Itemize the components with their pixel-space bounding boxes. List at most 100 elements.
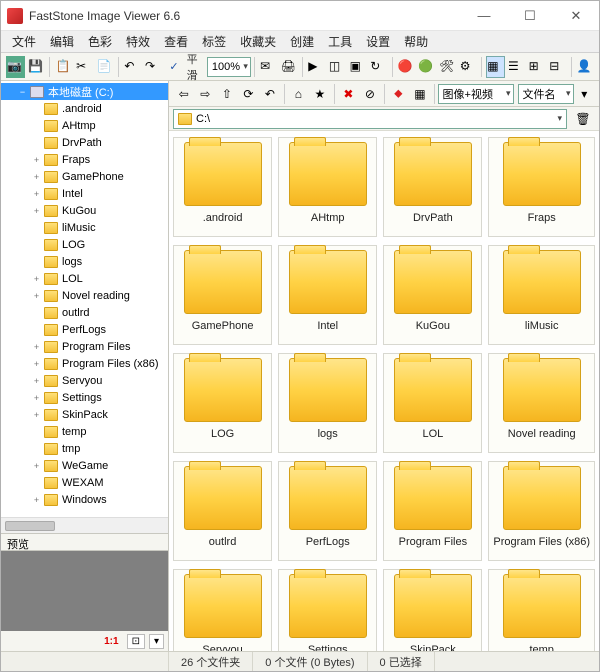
nav-favorite-button[interactable]: ★ — [310, 83, 330, 105]
view-thumbnails-button[interactable]: ▦ — [486, 56, 505, 78]
tree-node[interactable]: +Program Files (x86) — [1, 355, 168, 372]
thumbnail-item[interactable]: DrvPath — [383, 137, 482, 237]
thumbnail-item[interactable]: Program Files — [383, 461, 482, 561]
tree-node[interactable]: +Intel — [1, 185, 168, 202]
folder-tree[interactable]: − 本地磁盘 (C:) .androidAHtmpDrvPath+Fraps+G… — [1, 81, 168, 517]
compare-button[interactable]: ◫ — [328, 56, 347, 78]
tree-node[interactable]: liMusic — [1, 219, 168, 236]
undo-button[interactable]: ↶ — [123, 56, 142, 78]
sort-combo[interactable]: 文件名 — [518, 84, 574, 104]
thumbnail-item[interactable]: LOG — [173, 353, 272, 453]
tree-node[interactable]: +WeGame — [1, 457, 168, 474]
thumbnail-item[interactable]: KuGou — [383, 245, 482, 345]
tree-horizontal-scrollbar[interactable] — [1, 517, 168, 533]
sort-dir-button[interactable]: ▾ — [575, 83, 595, 105]
crop-button[interactable]: ▣ — [348, 56, 367, 78]
nav-select-button[interactable]: ▦ — [410, 83, 430, 105]
menu-9[interactable]: 设置 — [359, 31, 397, 52]
acquire-button[interactable]: 📷 — [6, 56, 25, 78]
thumbnail-item[interactable]: Fraps — [488, 137, 595, 237]
minimize-button[interactable]: — — [461, 1, 507, 31]
thumbnail-item[interactable]: PerfLogs — [278, 461, 377, 561]
expander-icon[interactable]: + — [31, 376, 42, 386]
zoom-combo[interactable]: 100% — [207, 57, 251, 77]
nav-undo-button[interactable]: ↶ — [260, 83, 280, 105]
redo-button[interactable]: ↷ — [144, 56, 163, 78]
thumbnail-item[interactable]: outlrd — [173, 461, 272, 561]
menu-4[interactable]: 查看 — [157, 31, 195, 52]
tree-node[interactable]: +LOL — [1, 270, 168, 287]
thumbnail-item[interactable]: logs — [278, 353, 377, 453]
menu-1[interactable]: 编辑 — [43, 31, 81, 52]
nav-refresh-button[interactable]: ⟳ — [239, 83, 259, 105]
expander-icon[interactable]: + — [31, 461, 42, 471]
expander-icon[interactable]: + — [31, 206, 42, 216]
menu-8[interactable]: 工具 — [321, 31, 359, 52]
tree-node[interactable]: +Fraps — [1, 151, 168, 168]
nav-delete-button[interactable]: ✖ — [339, 83, 359, 105]
tools-button[interactable]: 🛠 — [438, 56, 457, 78]
tree-node[interactable]: +KuGou — [1, 202, 168, 219]
view-details-button[interactable]: ⊞ — [527, 56, 546, 78]
thumbnail-item[interactable]: AHtmp — [278, 137, 377, 237]
thumbnail-item[interactable]: Program Files (x86) — [488, 461, 595, 561]
tree-node-drive-c[interactable]: − 本地磁盘 (C:) — [1, 83, 168, 100]
thumbnail-item[interactable]: Settings — [278, 569, 377, 651]
thumbnail-item[interactable]: .android — [173, 137, 272, 237]
thumbnail-item[interactable]: liMusic — [488, 245, 595, 345]
expander-icon[interactable]: + — [31, 410, 42, 420]
menu-7[interactable]: 创建 — [283, 31, 321, 52]
expander-icon[interactable]: + — [31, 172, 42, 182]
tag-red-button[interactable]: 🔴 — [396, 56, 415, 78]
mail-button[interactable]: ✉ — [259, 56, 278, 78]
thumbnail-grid-wrap[interactable]: .androidAHtmpDrvPathFrapsGamePhoneIntelK… — [169, 131, 599, 651]
tree-node[interactable]: LOG — [1, 236, 168, 253]
menu-10[interactable]: 帮助 — [397, 31, 435, 52]
address-combo[interactable]: C:\ — [173, 109, 567, 129]
cut-button[interactable]: ✂ — [75, 56, 94, 78]
print-button[interactable]: 🖨 — [279, 56, 298, 78]
close-button[interactable]: ✕ — [553, 1, 599, 31]
tree-node[interactable]: tmp — [1, 440, 168, 457]
tree-node[interactable]: temp — [1, 423, 168, 440]
paste-button[interactable]: 📄 — [96, 56, 115, 78]
tree-node[interactable]: +SkinPack — [1, 406, 168, 423]
expander-icon[interactable]: + — [31, 342, 42, 352]
tree-node[interactable]: +Servyou — [1, 372, 168, 389]
menu-0[interactable]: 文件 — [5, 31, 43, 52]
expander-icon[interactable]: + — [31, 274, 42, 284]
nav-tag-button[interactable]: ⬥ — [389, 83, 409, 105]
expander-icon[interactable]: − — [17, 87, 28, 97]
preview-zoom-button[interactable]: ▾ — [149, 634, 164, 649]
expander-icon[interactable]: + — [31, 291, 42, 301]
contact-button[interactable]: 👤 — [575, 56, 594, 78]
tree-node[interactable]: +Program Files — [1, 338, 168, 355]
thumbnail-item[interactable]: Novel reading — [488, 353, 595, 453]
nav-back-button[interactable]: ⇦ — [174, 83, 194, 105]
tree-node[interactable]: +Settings — [1, 389, 168, 406]
maximize-button[interactable]: ☐ — [507, 1, 553, 31]
expander-icon[interactable]: + — [31, 155, 42, 165]
save-button[interactable]: 💾 — [27, 56, 46, 78]
slideshow-button[interactable]: ▶ — [307, 56, 326, 78]
menu-2[interactable]: 色彩 — [81, 31, 119, 52]
expander-icon[interactable]: + — [31, 359, 42, 369]
tag-green-button[interactable]: 🟢 — [417, 56, 436, 78]
trash-button[interactable]: 🗑 — [572, 108, 594, 130]
thumbnail-item[interactable]: SkinPack — [383, 569, 482, 651]
settings-button[interactable]: ⚙ — [458, 56, 477, 78]
menu-3[interactable]: 特效 — [119, 31, 157, 52]
menu-5[interactable]: 标签 — [195, 31, 233, 52]
thumbnail-item[interactable]: GamePhone — [173, 245, 272, 345]
tree-node[interactable]: logs — [1, 253, 168, 270]
filter-combo[interactable]: 图像+视频 — [438, 84, 514, 104]
zoom-1-1-button[interactable]: 1:1 — [100, 635, 122, 648]
tree-node[interactable]: .android — [1, 100, 168, 117]
tree-node[interactable]: outlrd — [1, 304, 168, 321]
expander-icon[interactable]: + — [31, 495, 42, 505]
rotate-button[interactable]: ↻ — [369, 56, 388, 78]
tree-node[interactable]: PerfLogs — [1, 321, 168, 338]
tree-node[interactable]: +Windows — [1, 491, 168, 508]
view-fullscreen-button[interactable]: ⊟ — [548, 56, 567, 78]
tree-node[interactable]: WEXAM — [1, 474, 168, 491]
